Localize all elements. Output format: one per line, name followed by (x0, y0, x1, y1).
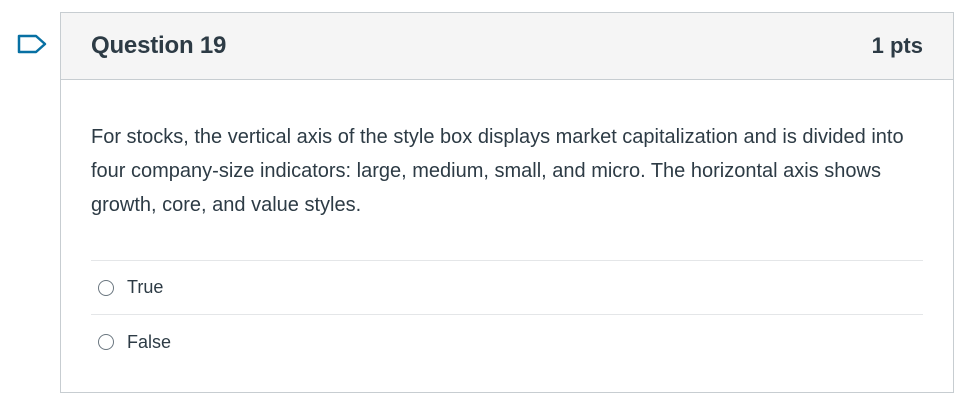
answer-option-true[interactable]: True (91, 261, 923, 315)
quiz-page: Question 19 1 pts For stocks, the vertic… (0, 0, 978, 417)
radio-button-false[interactable] (98, 334, 114, 350)
answer-label-true: True (127, 277, 164, 297)
radio-button-true[interactable] (98, 279, 114, 296)
question-header: Question 19 1 pts (61, 13, 953, 80)
flag-icon[interactable] (16, 33, 48, 55)
question-body: For stocks, the vertical axis of the sty… (61, 80, 953, 369)
answer-label-false: False (127, 331, 172, 352)
answer-list: True False (91, 260, 923, 369)
answer-option-false[interactable]: False (91, 315, 923, 369)
question-card: Question 19 1 pts For stocks, the vertic… (60, 12, 954, 393)
question-text: For stocks, the vertical axis of the sty… (91, 126, 904, 216)
question-points: 1 pts (871, 33, 923, 58)
question-title: Question 19 (91, 32, 227, 59)
